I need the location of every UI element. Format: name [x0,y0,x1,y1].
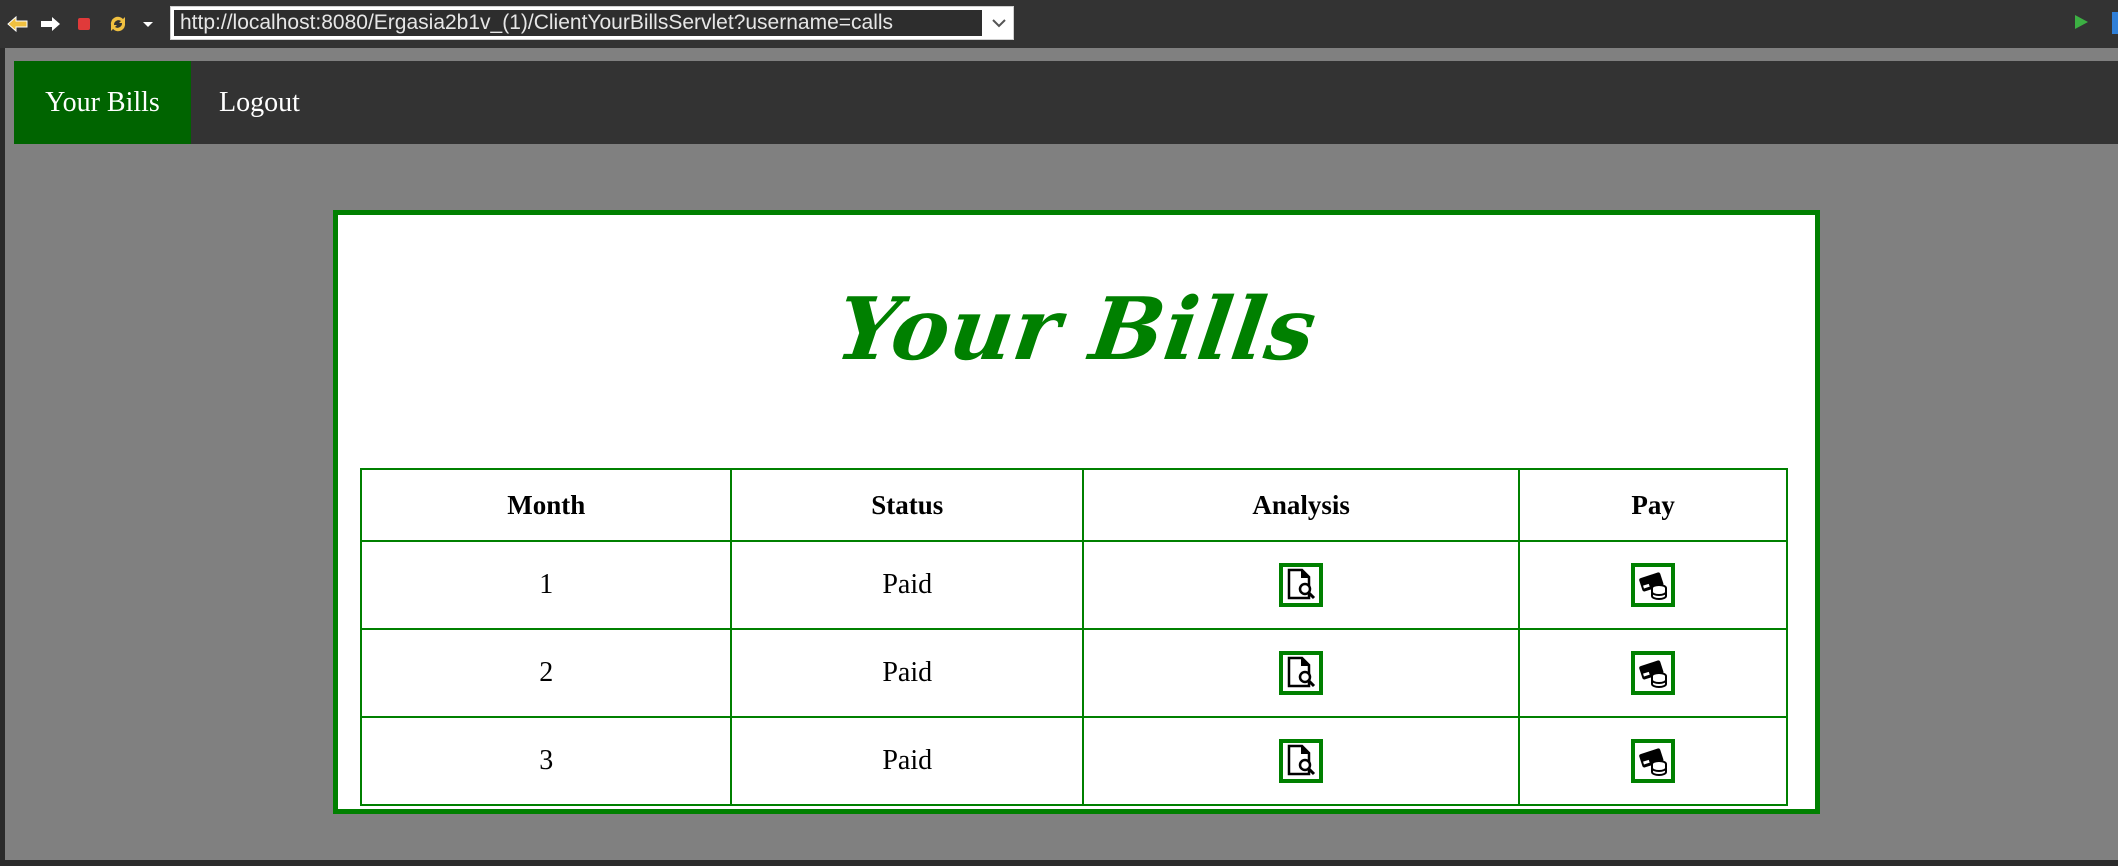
status-cell: Paid [730,628,1084,718]
header-status: Status [730,468,1084,542]
month-cell: 2 [359,628,733,718]
chevron-down-icon[interactable] [985,7,1013,39]
card-coins-icon[interactable] [1631,651,1676,695]
nav-item-logout[interactable]: Logout [191,61,328,144]
header-analysis: Analysis [1081,468,1521,542]
month-cell: 1 [359,540,733,630]
top-nav: Your Bills Logout [14,61,2118,144]
analysis-cell [1081,716,1521,806]
card-coins-icon[interactable] [1631,563,1676,607]
pay-cell [1518,540,1788,630]
document-search-icon[interactable] [1279,563,1324,607]
pay-cell [1518,628,1788,718]
card-coins-icon[interactable] [1631,739,1676,783]
go-icon[interactable] [2072,12,2090,36]
dropdown-icon[interactable] [134,10,162,38]
bills-table: Month Status Analysis Pay 1 Paid 2 Paid … [359,468,1788,806]
header-month: Month [359,468,733,542]
analysis-cell [1081,540,1521,630]
pay-cell [1518,716,1788,806]
bills-card: Your Bills Month Status Analysis Pay 1 P… [333,210,1820,814]
refresh-icon[interactable] [104,10,132,38]
page-title: Your Bills [830,279,1323,380]
table-row: 1 Paid [359,540,1788,630]
document-search-icon[interactable] [1279,651,1324,695]
table-row: 2 Paid [359,628,1788,718]
sidebar-edge [2112,12,2118,34]
back-icon[interactable] [4,10,32,38]
nav-item-your-bills[interactable]: Your Bills [14,61,191,144]
status-cell: Paid [730,716,1084,806]
table-header-row: Month Status Analysis Pay [359,468,1788,542]
document-search-icon[interactable] [1279,739,1324,783]
month-cell: 3 [359,716,733,806]
table-row: 3 Paid [359,716,1788,806]
page-viewport: Your Bills Logout Your Bills Month Statu… [5,48,2118,860]
header-pay: Pay [1518,468,1788,542]
status-cell: Paid [730,540,1084,630]
stop-icon[interactable] [70,10,98,38]
browser-toolbar: http://localhost:8080/Ergasia2b1v_(1)/Cl… [0,0,2118,48]
forward-icon[interactable] [36,10,64,38]
address-bar[interactable]: http://localhost:8080/Ergasia2b1v_(1)/Cl… [170,6,1014,40]
analysis-cell [1081,628,1521,718]
url-input[interactable]: http://localhost:8080/Ergasia2b1v_(1)/Cl… [174,10,982,36]
